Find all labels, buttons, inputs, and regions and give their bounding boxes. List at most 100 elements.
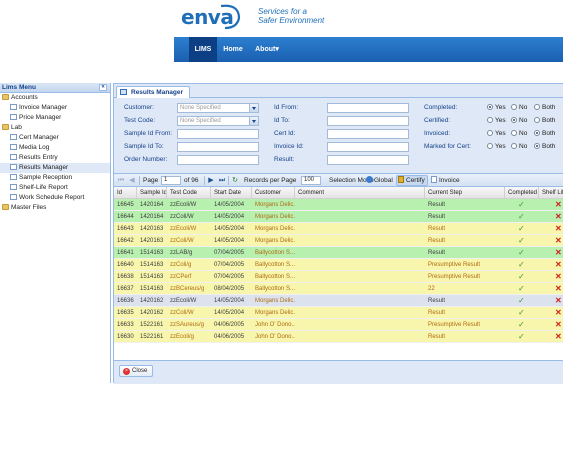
first-page-icon[interactable]: ⏮ — [117, 176, 125, 185]
sidebar-item[interactable]: Sample Reception — [0, 173, 110, 183]
cell-date: 14/05/2004 — [214, 298, 245, 304]
sidebar-item[interactable]: Results Entry — [0, 153, 110, 163]
invoiced-radio-yes[interactable]: Yes — [487, 130, 506, 137]
radio-dot-icon — [534, 104, 540, 110]
document-icon — [10, 164, 17, 170]
cross-icon: ✕ — [555, 284, 562, 293]
column-header[interactable]: Completed — [505, 187, 539, 199]
column-header[interactable]: Sample Id — [137, 187, 167, 199]
sample-id-from-input[interactable] — [177, 129, 259, 139]
invoice-id-input[interactable] — [327, 142, 409, 152]
cross-icon: ✕ — [555, 272, 562, 281]
cell-sample: 1420162 — [140, 298, 164, 304]
sidebar-item[interactable]: Lab — [0, 123, 110, 133]
document-icon — [10, 154, 17, 160]
cell-date: 07/04/2005 — [214, 262, 245, 268]
sidebar-item[interactable]: Media Log — [0, 143, 110, 153]
sidebar-item[interactable]: Work Schedule Report — [0, 193, 110, 203]
panel-footer: × Close — [114, 360, 563, 384]
nav-about[interactable]: About▾ — [251, 37, 283, 62]
invoiced-radio-both[interactable]: Both — [534, 130, 555, 137]
sidebar-item[interactable]: Shelf-Life Report — [0, 183, 110, 193]
marked-radio-no[interactable]: No — [511, 143, 527, 150]
result-input[interactable] — [327, 155, 409, 165]
cert-id-input[interactable] — [327, 129, 409, 139]
sidebar-item[interactable]: Master Files — [0, 203, 110, 213]
certified-radio-both[interactable]: Both — [534, 117, 555, 124]
table-row[interactable]: 16642 1420163 zzColi/W 14/05/2004 Morgans De… — [114, 235, 563, 247]
table-row[interactable]: 16645 1420164 zzEcoli/W 14/05/2004 Morgans D… — [114, 199, 563, 211]
completed-radio-yes[interactable]: Yes — [487, 104, 506, 111]
table-row[interactable]: 16635 1420162 zzColi/W 14/05/2004 Morgans De… — [114, 307, 563, 319]
cell-test: zzColi/W — [170, 214, 194, 220]
nav-home[interactable]: Home — [220, 37, 246, 62]
table-row[interactable]: 16641 1514163 zzLAB/g 07/04/2005 Ballycotton… — [114, 247, 563, 259]
invoice-label: Invoice — [439, 177, 460, 184]
radio-label: Both — [542, 130, 556, 137]
radio-dot-icon — [511, 117, 517, 123]
sidebar-item[interactable]: Invoice Manager — [0, 103, 110, 113]
id-to-input[interactable] — [327, 116, 409, 126]
close-label: Close — [132, 368, 148, 374]
column-header[interactable]: Customer — [252, 187, 295, 199]
table-row[interactable]: 16633 1522161 zzSAureus/g 04/06/2005 John O'… — [114, 319, 563, 331]
cell-test: zzColi/W — [170, 238, 194, 244]
last-page-icon[interactable]: ⏭ — [218, 176, 226, 185]
prev-page-icon[interactable]: ◀ — [128, 176, 136, 185]
sample-id-from-label: Sample Id From: — [124, 130, 173, 137]
collapse-panel-button[interactable]: « — [99, 84, 107, 91]
cell-id: 16645 — [117, 202, 134, 208]
table-row[interactable]: 16644 1420164 zzColi/W 14/05/2004 Morgans De… — [114, 211, 563, 223]
tab-results-manager[interactable]: Results Manager — [116, 86, 191, 98]
certified-radio-yes[interactable]: Yes — [487, 117, 506, 124]
cross-icon: ✕ — [555, 224, 562, 233]
next-page-icon[interactable]: ▶ — [207, 176, 215, 185]
sidebar-item[interactable]: Cert Manager — [0, 133, 110, 143]
customer-combo[interactable]: None Specified — [177, 103, 259, 113]
table-row[interactable]: 16643 1420163 zzEcoli/W 14/05/2004 Morgans D… — [114, 223, 563, 235]
table-row[interactable]: 16630 1522161 zzEcoli/g 04/06/2005 John O' D… — [114, 331, 563, 343]
table-row[interactable]: 16636 1420162 zzEcoli/W 14/05/2004 Morgans D… — [114, 295, 563, 307]
cell-id: 16637 — [117, 286, 134, 292]
global-mode-button[interactable]: Global — [366, 176, 393, 185]
sidebar-item[interactable]: Results Manager — [0, 163, 110, 173]
sidebar-item[interactable]: Price Manager — [0, 113, 110, 123]
column-header[interactable]: Current Step — [425, 187, 505, 199]
id-from-label: Id From: — [274, 104, 299, 111]
marked-radio-yes[interactable]: Yes — [487, 143, 506, 150]
column-header[interactable]: Shelf Life — [539, 187, 563, 199]
toolbar-separator — [228, 176, 229, 185]
column-header[interactable]: Id — [114, 187, 137, 199]
sidebar-item[interactable]: Accounts — [0, 93, 110, 103]
certified-radio-no[interactable]: No — [511, 117, 527, 124]
radio-label: Yes — [495, 117, 506, 124]
column-header[interactable]: Start Date — [211, 187, 252, 199]
invoice-mode-button[interactable]: Invoice — [431, 176, 460, 185]
id-from-input[interactable] — [327, 103, 409, 113]
test-code-combo[interactable]: None Specified — [177, 116, 259, 126]
sidebar-item-label: Cert Manager — [19, 134, 59, 141]
radio-label: No — [519, 143, 528, 150]
table-row[interactable]: 16640 1514163 zzColi/g 07/04/2005 Ballycotto… — [114, 259, 563, 271]
sample-id-to-input[interactable] — [177, 142, 259, 152]
marked-radio-both[interactable]: Both — [534, 143, 555, 150]
table-row[interactable]: 16638 1514163 zzCPerf 07/04/2005 Ballycotton… — [114, 271, 563, 283]
lims-menu-title: Lims Menu « — [0, 83, 110, 93]
completed-radio-no[interactable]: No — [511, 104, 527, 111]
radio-dot-icon — [534, 130, 540, 136]
folder-icon — [2, 94, 9, 100]
column-header[interactable]: Test Code — [167, 187, 211, 199]
refresh-icon[interactable]: ↻ — [231, 176, 239, 185]
close-button[interactable]: × Close — [119, 365, 153, 377]
records-per-page-input[interactable]: 100 — [301, 176, 321, 185]
column-header[interactable]: Comment — [295, 187, 425, 199]
completed-radio-both[interactable]: Both — [534, 104, 555, 111]
page-number-input[interactable]: 1 — [161, 176, 181, 185]
enva-logo[interactable]: enva — [181, 4, 245, 30]
invoiced-radio-no[interactable]: No — [511, 130, 527, 137]
table-row[interactable]: 16637 1514163 zzBCereus/g 08/04/2005 Ballyco… — [114, 283, 563, 295]
nav-lims[interactable]: LIMS — [189, 37, 217, 62]
document-icon — [10, 144, 17, 150]
cell-customer: Ballycotton S... — [255, 286, 295, 292]
order-number-input[interactable] — [177, 155, 259, 165]
